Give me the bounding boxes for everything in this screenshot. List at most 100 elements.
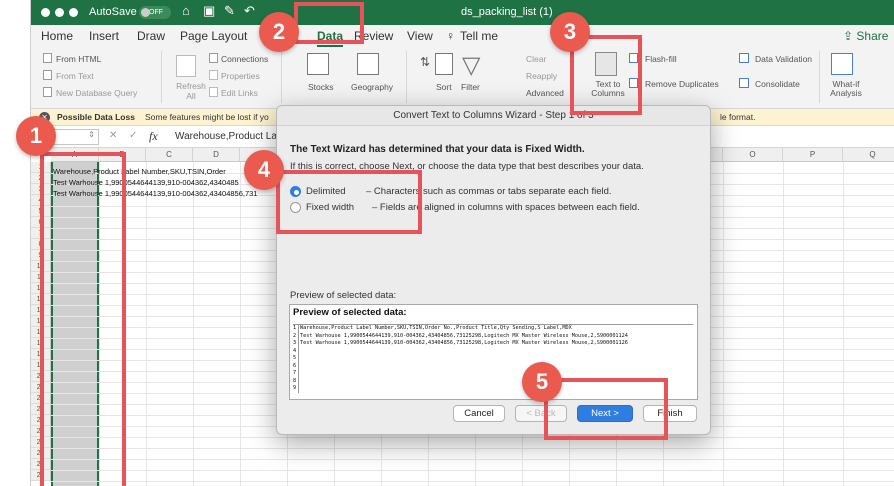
share-button[interactable]: ⇪ Share <box>843 29 888 43</box>
row-header-11[interactable]: 11 <box>31 272 51 283</box>
column-header-o[interactable]: O <box>723 148 783 162</box>
row-header-14[interactable]: 14 <box>31 305 51 316</box>
clear-button[interactable]: Clear <box>526 54 546 64</box>
sort-ascending-icon[interactable]: ⇅ <box>420 55 430 69</box>
filter-button[interactable]: Filter <box>461 82 480 92</box>
from-text-button[interactable]: From Text <box>56 71 94 81</box>
tab-draw[interactable]: Draw <box>137 29 165 43</box>
row-header-23[interactable]: 23 <box>31 404 51 415</box>
data-preview[interactable]: Preview of selected data: 1 Warehouse,Pro… <box>289 304 698 400</box>
fixed-width-label[interactable]: Fixed width <box>306 202 354 213</box>
row-header-7[interactable]: 7 <box>31 228 51 239</box>
row-header-20[interactable]: 20 <box>31 371 51 382</box>
column-header-c[interactable]: C <box>146 148 193 162</box>
zoom-window-button[interactable] <box>69 8 78 17</box>
row-header-9[interactable]: 9 <box>31 250 51 261</box>
refresh-all-button[interactable]: Refresh All <box>176 81 206 101</box>
column-header-p[interactable]: P <box>783 148 843 162</box>
row-header-10[interactable]: 10 <box>31 261 51 272</box>
row-header-27[interactable]: 27 <box>31 448 51 459</box>
remove-duplicates-button[interactable]: Remove Duplicates <box>645 79 719 89</box>
tab-review[interactable]: Review <box>354 29 393 43</box>
row-header-24[interactable]: 24 <box>31 415 51 426</box>
remove-duplicates-icon <box>629 78 638 88</box>
fixed-width-radio[interactable] <box>290 202 301 213</box>
preview-row: 9 <box>293 385 693 393</box>
delimited-radio[interactable] <box>290 186 301 197</box>
row-header-15[interactable]: 15 <box>31 316 51 327</box>
cell-a3[interactable]: Test Warhouse 1,9900544644139,910-004362… <box>53 189 257 198</box>
row-header-19[interactable]: 19 <box>31 360 51 371</box>
column-header-b[interactable]: B <box>99 148 146 162</box>
geography-button[interactable]: Geography <box>351 82 393 92</box>
row-header-8[interactable]: 8 <box>31 239 51 250</box>
properties-button[interactable]: Properties <box>221 71 260 81</box>
row-header-16[interactable]: 16 <box>31 327 51 338</box>
minimize-window-button[interactable] <box>55 8 64 17</box>
tab-home[interactable]: Home <box>41 29 73 43</box>
cell-a2[interactable]: Test Warhouse 1,9900544644139,910-004362… <box>53 178 239 187</box>
connections-button[interactable]: Connections <box>221 54 268 64</box>
stocks-button[interactable]: Stocks <box>308 82 334 92</box>
wizard-heading: The Text Wizard has determined that your… <box>290 144 585 155</box>
home-icon[interactable]: ⌂ <box>182 3 190 18</box>
row-header-28[interactable]: 28 <box>31 459 51 470</box>
formula-input[interactable]: Warehouse,Product Lab <box>175 131 282 142</box>
database-icon <box>43 87 52 97</box>
preview-row: 4 <box>293 347 693 355</box>
column-header-a[interactable]: A <box>51 148 99 162</box>
text-to-columns-icon <box>595 52 617 76</box>
edit-links-button[interactable]: Edit Links <box>221 88 258 98</box>
what-if-analysis-button[interactable]: What-if Analysis <box>826 80 866 98</box>
tab-insert[interactable]: Insert <box>89 29 119 43</box>
new-database-query-button[interactable]: New Database Query <box>56 88 137 98</box>
sort-button[interactable]: Sort <box>436 82 452 92</box>
row-header-1[interactable]: 1 <box>31 162 51 173</box>
ribbon-tabs: Home Insert Draw Page Layout Data Review… <box>31 25 894 47</box>
bank-icon <box>307 53 329 75</box>
advanced-button[interactable]: Advanced <box>526 88 564 98</box>
row-header-17[interactable]: 17 <box>31 338 51 349</box>
row-header-21[interactable]: 21 <box>31 382 51 393</box>
row-header-4[interactable]: 4 <box>31 195 51 206</box>
row-header-6[interactable]: 6 <box>31 217 51 228</box>
row-header-18[interactable]: 18 <box>31 349 51 360</box>
consolidate-button[interactable]: Consolidate <box>755 79 800 89</box>
flash-fill-button[interactable]: Flash-fill <box>645 54 677 64</box>
reapply-button[interactable]: Reapply <box>526 71 557 81</box>
row-header-3[interactable]: 3 <box>31 184 51 195</box>
undo-icon[interactable]: ↶ <box>244 3 255 19</box>
finish-button[interactable]: Finish <box>643 405 697 422</box>
step-badge-3: 3 <box>550 12 590 52</box>
column-header-d[interactable]: D <box>193 148 240 162</box>
check-icon[interactable]: ✓ <box>129 130 137 141</box>
tab-tell-me[interactable]: Tell me <box>460 29 498 43</box>
from-html-button[interactable]: From HTML <box>56 54 101 64</box>
save-icon[interactable]: ▣ <box>203 3 215 19</box>
autosave-toggle[interactable]: OFF <box>139 6 171 19</box>
row-header-2[interactable]: 2 <box>31 173 51 184</box>
cell-a1[interactable]: Warehouse,Product Label Number,SKU,TSIN,… <box>53 167 226 176</box>
function-icon[interactable]: fx <box>149 129 158 144</box>
row-header-5[interactable]: 5 <box>31 206 51 217</box>
next-button[interactable]: Next > <box>577 405 633 422</box>
text-to-columns-button[interactable]: Text to Columns <box>589 80 627 98</box>
tab-data[interactable]: Data <box>317 29 343 43</box>
row-header-22[interactable]: 22 <box>31 393 51 404</box>
tab-page-layout[interactable]: Page Layout <box>180 29 247 43</box>
row-header-13[interactable]: 13 <box>31 294 51 305</box>
row-header-29[interactable]: 29 <box>31 470 51 481</box>
back-button[interactable]: < Back <box>515 405 567 422</box>
column-header-q[interactable]: Q <box>843 148 894 162</box>
close-window-button[interactable] <box>41 8 50 17</box>
cancel-icon[interactable]: ✕ <box>109 130 117 141</box>
tab-view[interactable]: View <box>407 29 433 43</box>
properties-icon <box>209 70 218 80</box>
row-header-25[interactable]: 25 <box>31 426 51 437</box>
row-header-26[interactable]: 26 <box>31 437 51 448</box>
edit-icon[interactable]: ✎ <box>224 3 235 19</box>
delimited-label[interactable]: Delimited <box>306 186 346 197</box>
row-header-12[interactable]: 12 <box>31 283 51 294</box>
cancel-button[interactable]: Cancel <box>453 405 505 422</box>
data-validation-button[interactable]: Data Validation <box>755 54 812 64</box>
